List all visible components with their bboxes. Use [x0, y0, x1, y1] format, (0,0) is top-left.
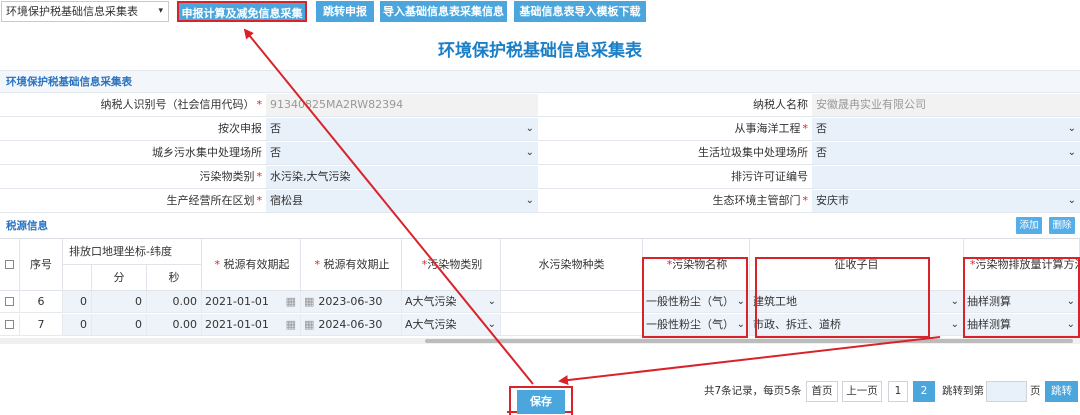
page: 环境保护税基础信息采集表 ▾ 申报计算及减免信息采集 跳转申报 导入基础信息表采… — [0, 0, 1080, 415]
arrow-to-save-button — [558, 336, 941, 386]
annotation-arrows — [243, 28, 941, 386]
arrow-to-calc-button — [243, 28, 534, 385]
